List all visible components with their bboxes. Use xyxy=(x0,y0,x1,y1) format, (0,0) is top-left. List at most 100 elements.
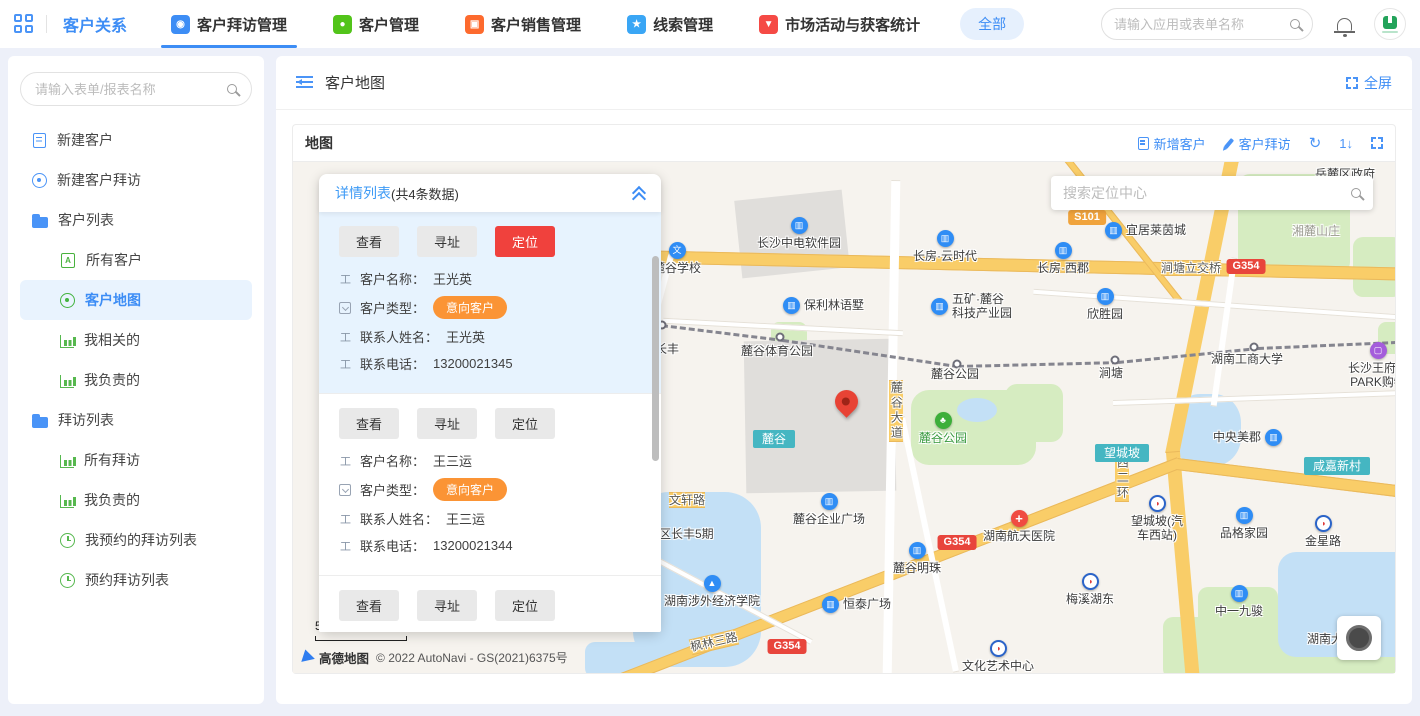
sidebar-item[interactable]: 预约拜访列表 xyxy=(20,560,252,600)
detail-field: 客户类型：意向客户 xyxy=(339,478,641,501)
sidebar-search[interactable] xyxy=(20,72,252,106)
metro-poi-icon: ◑ xyxy=(1314,515,1331,532)
top-nav-tab[interactable]: ▼市场活动与获客统计 xyxy=(759,0,920,48)
top-nav-tab[interactable]: ▣客户销售管理 xyxy=(465,0,581,48)
sidebar-item[interactable]: 新建客户 xyxy=(20,120,252,160)
map-poi: ▥麓谷明珠 xyxy=(893,542,941,575)
map-park-area xyxy=(1005,384,1063,442)
sidebar: 新建客户新建客户拜访客户列表A所有客户客户地图我相关的我负责的拜访列表所有拜访我… xyxy=(8,56,264,704)
customer-type-badge: 意向客户 xyxy=(433,296,507,319)
poi-label: 文化艺术中心 xyxy=(962,659,1034,673)
collapse-panel-icon[interactable] xyxy=(631,186,645,200)
map-poi: 麓谷大道 xyxy=(889,380,903,442)
panel-scrollbar[interactable] xyxy=(652,256,659,461)
map-action-add-customer[interactable]: 新增客户 xyxy=(1138,134,1206,153)
view-button[interactable]: 查看 xyxy=(339,408,399,439)
building-poi-icon: ▥ xyxy=(937,230,954,247)
poi-label: 金星路 xyxy=(1305,534,1341,548)
sidebar-item[interactable]: 客户列表 xyxy=(20,200,252,240)
shop-poi-icon: ▢ xyxy=(1369,342,1386,359)
search-icon[interactable] xyxy=(1290,19,1300,29)
building-poi-icon: ▥ xyxy=(931,298,948,315)
map-poi: ▥中央美郡 xyxy=(1213,429,1282,446)
map-road-badge: G354 xyxy=(938,535,977,550)
map-locate-control[interactable] xyxy=(1337,616,1381,660)
sidebar-item[interactable]: 所有拜访 xyxy=(20,440,252,480)
map-search[interactable] xyxy=(1051,176,1373,210)
search-icon[interactable] xyxy=(227,84,237,94)
doc-icon xyxy=(1138,137,1149,150)
map-poi: ◑ 金星路 xyxy=(1305,515,1341,548)
map-card-title: 地图 xyxy=(305,133,333,153)
sidebar-item[interactable]: 我负责的 xyxy=(20,360,252,400)
map-poi: ◑望城坡(汽车西站) xyxy=(1131,495,1183,543)
locate-button[interactable]: 定位 xyxy=(495,226,555,257)
poi-label: 中央美郡 xyxy=(1213,430,1261,444)
view-button[interactable]: 查看 xyxy=(339,226,399,257)
locate-button[interactable]: 定位 xyxy=(495,590,555,621)
select-field-icon xyxy=(339,484,351,496)
address-button[interactable]: 寻址 xyxy=(417,590,477,621)
top-nav-tab[interactable]: ★线索管理 xyxy=(627,0,713,48)
poi-label: 湖南工商大学 xyxy=(1211,352,1283,366)
global-search-input[interactable] xyxy=(1114,17,1284,32)
detail-field: 工联系人姓名：王三运 xyxy=(339,509,641,528)
sort-icon[interactable]: 1↓ xyxy=(1339,137,1353,150)
view-button[interactable]: 查看 xyxy=(339,590,399,621)
map-poi: ◑文化艺术中心 xyxy=(962,640,1034,673)
top-nav-tabs: ◉客户拜访管理 ●客户管理 ▣客户销售管理 ★线索管理 ▼市场活动与获客统计 xyxy=(171,0,920,48)
sidebar-item[interactable]: 我相关的 xyxy=(20,320,252,360)
brand-title[interactable]: 客户关系 xyxy=(63,12,127,36)
notification-bell-icon[interactable] xyxy=(1337,18,1352,31)
map-search-input[interactable] xyxy=(1063,185,1343,201)
sidebar-item[interactable]: A所有客户 xyxy=(20,240,252,280)
building-poi-icon: ▥ xyxy=(1105,222,1122,239)
all-apps-button[interactable]: 全部 xyxy=(960,8,1024,40)
address-button[interactable]: 寻址 xyxy=(417,408,477,439)
global-search[interactable] xyxy=(1101,8,1313,40)
refresh-icon[interactable]: ↻ xyxy=(1309,136,1322,151)
avatar[interactable] xyxy=(1374,8,1406,40)
map-poi: +湖南航天医院 xyxy=(983,510,1055,543)
map-poi: ▢长沙王府井PARK购物 xyxy=(1348,342,1395,390)
poi-label: 宜居莱茵城 xyxy=(1126,223,1186,237)
sidebar-item[interactable]: 新建客户拜访 xyxy=(20,160,252,200)
sidebar-item[interactable]: 拜访列表 xyxy=(20,400,252,440)
chart-icon xyxy=(60,455,74,468)
field-value: 13200021344 xyxy=(433,538,513,553)
poi-label: 恒泰广场 xyxy=(843,597,891,611)
poi-label: 品格家园 xyxy=(1220,526,1268,540)
field-label: 联系人姓名： xyxy=(360,509,438,528)
fullscreen-button[interactable]: 全屏 xyxy=(1346,73,1392,93)
search-icon[interactable] xyxy=(1351,188,1361,198)
sidebar-item-label: 我相关的 xyxy=(84,330,140,350)
sidebar-item[interactable]: 我预约的拜访列表 xyxy=(20,520,252,560)
poi-label: 西二环 xyxy=(1115,456,1129,501)
sidebar-search-input[interactable] xyxy=(35,82,221,97)
text-field-icon: 工 xyxy=(339,511,352,527)
map-poi: 湖南工商大学 xyxy=(1211,352,1283,366)
fullscreen-icon xyxy=(1346,77,1358,89)
building-poi-icon: ▥ xyxy=(790,217,807,234)
text-field-icon: 工 xyxy=(339,356,352,372)
poi-label: 涧塘 xyxy=(1099,366,1123,380)
map-road-badge: S101 xyxy=(1068,210,1106,225)
top-nav-tab[interactable]: ◉客户拜访管理 xyxy=(171,0,287,48)
expand-icon[interactable] xyxy=(1371,137,1383,149)
locate-button[interactable]: 定位 xyxy=(495,408,555,439)
sidebar-item-label: 拜访列表 xyxy=(58,410,114,430)
sidebar-item[interactable]: 客户地图 xyxy=(20,280,252,320)
folder-icon xyxy=(32,417,48,428)
poi-label: 保利林语墅 xyxy=(804,298,864,312)
map-canvas[interactable]: 岳麓区政府湘麓山庄▥宜居莱茵城S101涧塘立交桥G354▥长房·西郡▥欣胜园▥长… xyxy=(293,161,1395,673)
collapse-sidebar-icon[interactable] xyxy=(296,76,313,89)
sidebar-item[interactable]: 我负责的 xyxy=(20,480,252,520)
top-nav-tab[interactable]: ●客户管理 xyxy=(333,0,419,48)
poi-label: 区长丰5期 xyxy=(659,527,714,541)
map-poi: ▥长房·云时代 xyxy=(913,230,977,263)
map-action-customer-visit[interactable]: 客户拜访 xyxy=(1224,134,1291,153)
address-button[interactable]: 寻址 xyxy=(417,226,477,257)
app-grid-icon[interactable] xyxy=(14,14,34,34)
poi-label: 长房·西郡 xyxy=(1037,261,1089,275)
map-card-header: 地图 新增客户客户拜访 ↻ 1↓ xyxy=(293,125,1395,161)
